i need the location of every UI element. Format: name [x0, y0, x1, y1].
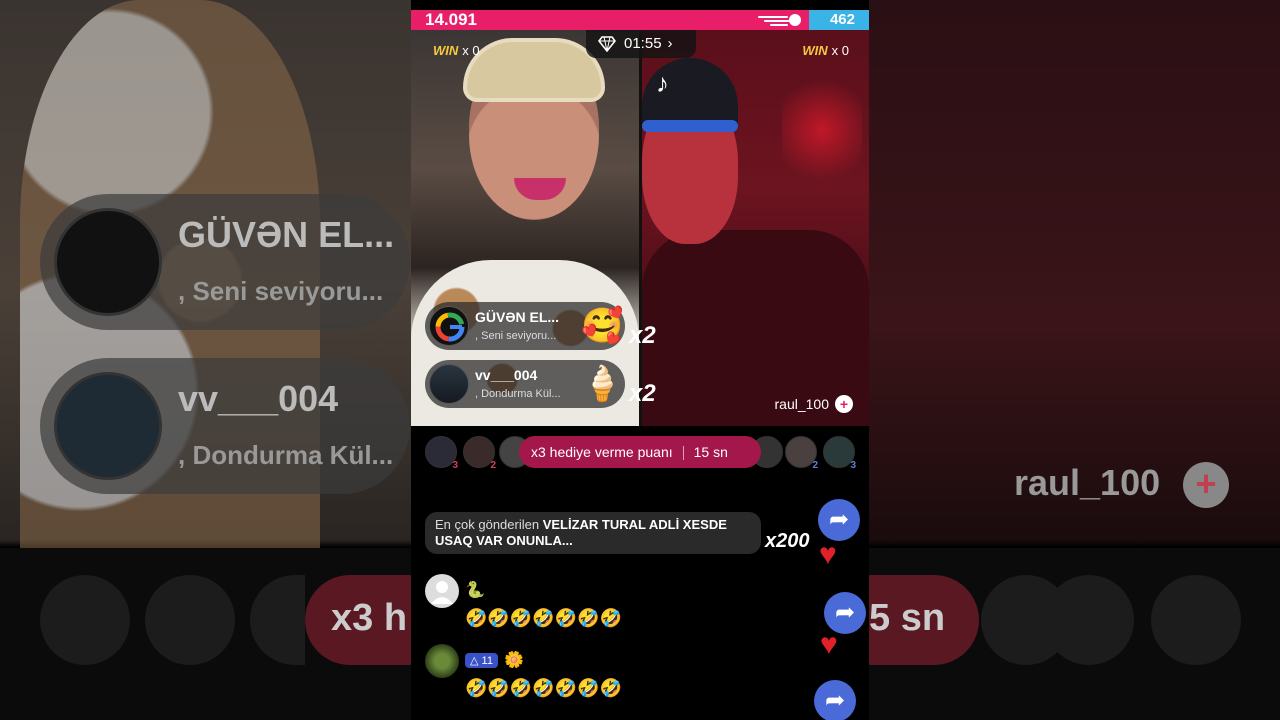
win-counter-left: WIN x 0 — [427, 42, 486, 60]
user-avatar — [429, 306, 469, 346]
battle-score-bar — [411, 10, 869, 30]
rank-badge: 2 — [812, 460, 818, 471]
comment-header: 🌼 — [503, 652, 524, 669]
background-gift-user: vv___004 — [178, 378, 339, 419]
ice-cream-emoji-icon: 🍦 — [581, 365, 624, 403]
share-arrow-icon[interactable]: ➦ — [818, 499, 860, 541]
top-sender-name-line2: USAQ VAR ONUNLA... — [435, 533, 573, 548]
gifter-avatar[interactable]: 2 — [785, 436, 818, 471]
person-icon — [431, 581, 453, 604]
gift-banner[interactable]: GÜVƏN EL... , Seni seviyoru... 🥰 — [425, 302, 625, 350]
bonus-points-pill: x3 hediye verme puanı 15 sn — [519, 436, 761, 468]
heart-icon: ♥ — [819, 538, 837, 571]
background-bonus-time: 5 sn — [869, 597, 946, 639]
top-sender-prefix: En çok gönderilen — [435, 517, 540, 532]
opponent-name-tag[interactable]: raul_100 + — [774, 394, 853, 414]
opponent-name: raul_100 — [774, 396, 830, 412]
timer-value: 01:55 — [624, 35, 662, 52]
win-count: x 0 — [831, 43, 849, 58]
background-bonus-pill: x3 h — [305, 575, 411, 665]
background-avatar — [1044, 575, 1134, 665]
background-avatar — [1151, 575, 1241, 665]
opponent-cap-brim — [642, 120, 738, 132]
win-label: WIN — [433, 43, 459, 58]
tiktok-logo-icon: ♪ — [656, 68, 669, 98]
win-label: WIN — [802, 43, 828, 58]
top-sender-name-line1: VELİZAR TURAL ADLİ XESDE — [542, 517, 727, 532]
bonus-text: x3 hediye verme puanı — [531, 444, 673, 460]
background-avatar — [145, 575, 235, 665]
score-left: 14.091 — [425, 10, 477, 29]
rank-badge: 2 — [490, 460, 496, 471]
comment-header: 🐍 — [465, 582, 485, 599]
gift-user-name: GÜVƏN EL... — [475, 309, 560, 325]
top-sender-count: x200 — [765, 530, 810, 552]
background-gift-banner: vv___004 , Dondurma Kül... — [40, 358, 410, 494]
comment-header-row: △ 11 🌼 — [465, 650, 524, 670]
live-battle-screen: 14.091 462 ♪ WIN x 0 WIN x 0 01:55 › GÜV… — [411, 0, 869, 720]
diamond-icon — [598, 36, 616, 53]
gift-message: , Dondurma Kül... — [475, 388, 561, 400]
win-counter-right: WIN x 0 — [796, 42, 855, 60]
win-count: x 0 — [462, 43, 480, 58]
bonus-time: 15 sn — [693, 444, 728, 460]
background-avatar — [54, 372, 162, 480]
comment-text: 🤣🤣🤣🤣🤣🤣🤣 — [465, 678, 622, 698]
gift-banner[interactable]: vv___004 , Dondurma Kül... 🍦 — [425, 360, 625, 408]
gifter-avatar[interactable]: 3 — [823, 436, 856, 471]
user-avatar — [425, 644, 459, 678]
rank-badge: 3 — [452, 460, 458, 471]
comment-text: 🤣🤣🤣🤣🤣🤣🤣 — [465, 608, 622, 628]
background-avatar — [40, 575, 130, 665]
heart-hug-emoji-icon: 🥰 — [581, 307, 624, 345]
bonus-separator — [682, 446, 684, 461]
default-avatar — [425, 574, 459, 608]
background-bonus-pill: 5 sn — [869, 575, 979, 665]
background-avatar — [54, 208, 162, 316]
speed-streak-icon — [758, 14, 801, 26]
gift-multiplier: x2 — [629, 380, 656, 407]
level-badge: △ 11 — [465, 653, 498, 669]
background-opponent-name: raul_100 — [1014, 462, 1161, 503]
rank-badge: 3 — [850, 460, 856, 471]
opponent-video-right[interactable]: ♪ — [642, 30, 869, 426]
battle-timer[interactable]: 01:55 › — [586, 30, 696, 58]
background-gift-user: GÜVƏN EL... — [178, 214, 395, 255]
red-light-glow — [782, 70, 862, 190]
background-gift-message: , Seni seviyoru... — [178, 276, 384, 306]
follow-plus-icon[interactable]: + — [835, 395, 853, 413]
level-number: 11 — [481, 655, 493, 668]
gift-message: , Seni seviyoru... — [475, 330, 557, 342]
background-bonus-text: x3 h — [331, 597, 408, 639]
background-gift-message: , Dondurma Kül... — [178, 440, 394, 470]
background-left: GÜVƏN EL... , Seni seviyoru... vv___004 … — [0, 0, 411, 720]
top-sender-banner[interactable]: En çok gönderilen VELİZAR TURAL ADLİ XES… — [425, 512, 761, 554]
gifter-avatar[interactable]: 3 — [425, 436, 458, 471]
gift-multiplier: x2 — [629, 322, 656, 349]
score-right: 462 — [829, 11, 855, 28]
user-avatar — [429, 364, 469, 404]
chevron-right-icon: › — [667, 35, 673, 52]
google-logo-icon — [435, 312, 465, 342]
background-plus-icon: + — [1183, 462, 1229, 508]
gift-user-name: vv___004 — [475, 367, 538, 383]
share-arrow-icon[interactable]: ➦ — [814, 680, 856, 720]
heart-icon: ♥ — [820, 628, 838, 661]
gifter-avatar[interactable]: 2 — [463, 436, 496, 471]
background-gift-banner: GÜVƏN EL... , Seni seviyoru... — [40, 194, 410, 330]
